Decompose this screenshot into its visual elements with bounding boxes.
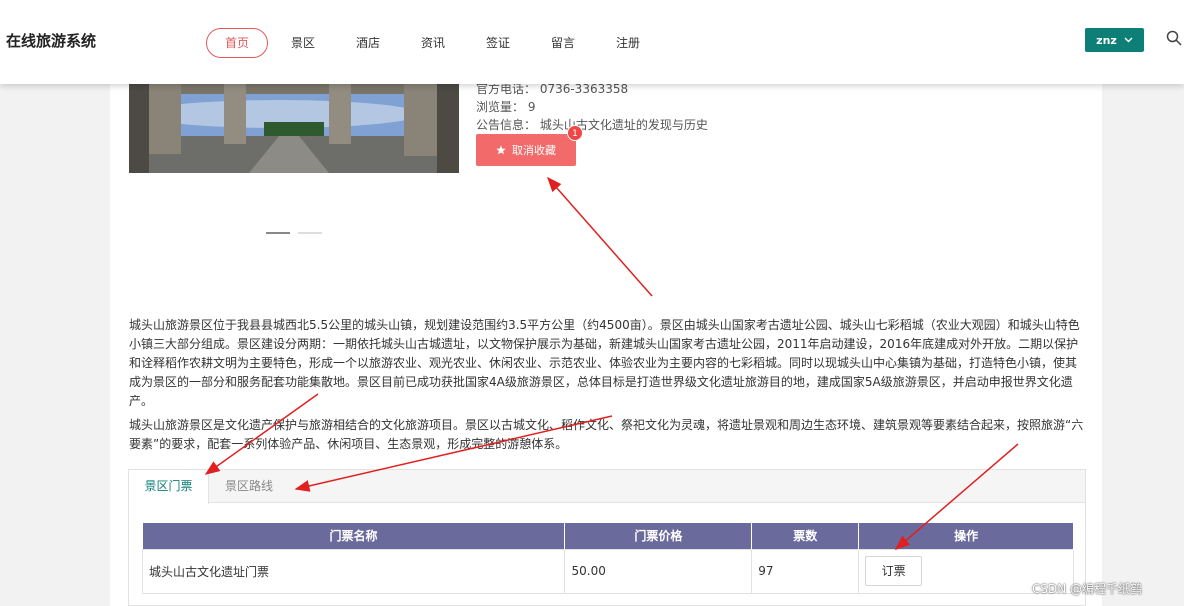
col-actions: 操作 (858, 523, 1074, 549)
ticket-name: 城头山古文化遗址门票 (141, 548, 566, 594)
site-brand[interactable]: 在线旅游系统 (6, 30, 96, 51)
unfavorite-label: 取消收藏 (512, 144, 556, 157)
view-count: 浏览量： 9 (476, 100, 536, 114)
watermark: CSDN @编程千纸鹤 (1032, 582, 1143, 596)
unfavorite-button[interactable]: 取消收藏 (476, 134, 576, 166)
ticket-count: 97 (751, 548, 860, 594)
table-row: 城头山古文化遗址门票 50.00 97 订票 (141, 548, 1074, 594)
carousel-dot[interactable] (298, 232, 322, 234)
attraction-photo[interactable] (129, 84, 459, 173)
carousel-dot-active[interactable] (266, 232, 290, 234)
tab-tickets[interactable]: 景区门票 (129, 470, 209, 504)
tab-routes[interactable]: 景区路线 (209, 470, 289, 504)
favorite-count-badge: 1 (567, 125, 583, 141)
nav-attractions[interactable]: 景区 (288, 28, 318, 58)
username: znz (1096, 33, 1117, 47)
col-ticket-name: 门票名称 (142, 523, 566, 549)
ticket-table: 门票名称 门票价格 票数 操作 城头山古文化遗址门票 50.00 97 订票 (141, 523, 1074, 594)
nav-messages[interactable]: 留言 (548, 28, 578, 58)
table-header-row: 门票名称 门票价格 票数 操作 (142, 523, 1074, 549)
description-paragraph-2: 城头山旅游景区是文化遗产保护与旅游相结合的文化旅游项目。景区以古城文化、稻作文化… (129, 418, 1084, 451)
nav-hotels[interactable]: 酒店 (353, 28, 383, 58)
description-paragraph-1: 城头山旅游景区位于我县县城西北5.5公里的城头山镇，规划建设范围约3.5平方公里… (129, 318, 1080, 408)
nav-news[interactable]: 资讯 (418, 28, 448, 58)
col-ticket-count: 票数 (751, 523, 860, 549)
nav-register[interactable]: 注册 (613, 28, 643, 58)
chevron-down-icon (1124, 37, 1133, 43)
col-ticket-price: 门票价格 (564, 523, 753, 549)
announcement: 公告信息： 城头山古文化遗址的发现与历史 (476, 118, 708, 132)
star-icon (496, 145, 506, 155)
nav-home[interactable]: 首页 (206, 28, 268, 58)
top-navbar: 在线旅游系统 首页 景区 酒店 资讯 签证 留言 注册 znz (0, 0, 1184, 84)
tab-header: 景区门票 景区路线 (129, 470, 1085, 504)
user-menu-button[interactable]: znz (1085, 28, 1144, 52)
order-ticket-button[interactable]: 订票 (865, 556, 923, 586)
search-icon[interactable] (1166, 30, 1182, 46)
gate-illustration (129, 84, 459, 173)
ticket-price: 50.00 (564, 548, 753, 594)
nav-visa[interactable]: 签证 (483, 28, 513, 58)
